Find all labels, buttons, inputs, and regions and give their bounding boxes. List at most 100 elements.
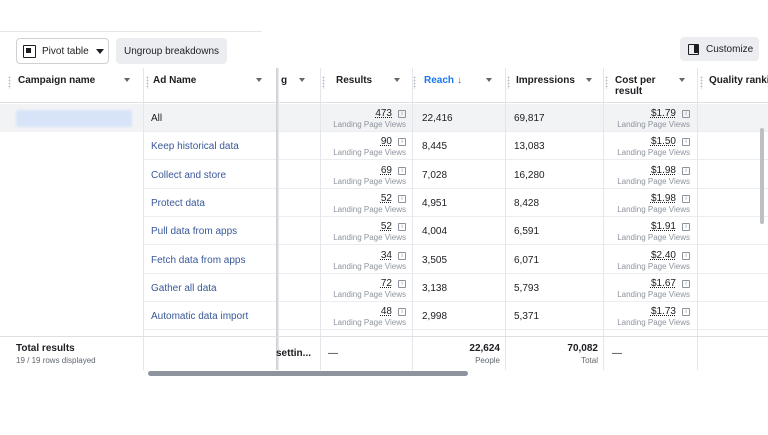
cost-value[interactable]: $1.50 (651, 136, 676, 147)
column-drag-handle[interactable] (146, 76, 149, 89)
column-header-impressions[interactable]: Impressions (516, 68, 581, 103)
info-icon[interactable]: i (398, 195, 406, 203)
info-icon[interactable]: i (398, 280, 406, 288)
ad-name-cell[interactable]: Protect data (151, 189, 271, 217)
sort-caret-icon[interactable] (679, 78, 685, 82)
table-row[interactable]: Gather all data 72 i Landing Page Views 3,13… (0, 274, 768, 302)
sort-caret-icon[interactable] (394, 78, 400, 82)
customize-button[interactable]: Customize (680, 37, 759, 61)
cost-per-result-cell: $1.91 i Landing Page Views (612, 217, 690, 245)
column-header-ad-name[interactable]: Ad Name (153, 68, 253, 103)
results-value[interactable]: 69 (381, 165, 392, 176)
cost-value[interactable]: $1.98 (651, 165, 676, 176)
impressions-cell: 13,083 (514, 140, 545, 152)
table-row[interactable]: Automatic data import 48 i Landing Page Vie… (0, 302, 768, 330)
ad-name-cell[interactable]: Automatic data import (151, 302, 271, 330)
table-row[interactable]: Collect and store 69 i Landing Page Views 7,… (0, 161, 768, 189)
column-divider (412, 68, 413, 370)
results-value[interactable]: 473 (375, 108, 392, 119)
info-icon[interactable]: i (682, 308, 690, 316)
reach-cell: 2,998 (422, 310, 448, 322)
cost-value[interactable]: $1.91 (651, 221, 676, 232)
column-header-truncated[interactable]: g (281, 68, 296, 103)
column-drag-handle[interactable] (507, 76, 510, 89)
info-icon[interactable]: i (398, 308, 406, 316)
results-value[interactable]: 52 (381, 221, 392, 232)
cost-per-result-cell: $1.67 i Landing Page Views (612, 274, 690, 302)
table-row[interactable]: Pull data from apps 52 i Landing Page Views… (0, 217, 768, 245)
ad-name-cell[interactable]: Fetch data from apps (151, 246, 271, 274)
column-header-reach[interactable]: Reach ↓ (424, 68, 484, 103)
results-cell: 72 i Landing Page Views (328, 274, 406, 302)
cost-value[interactable]: $2.40 (651, 250, 676, 261)
sort-descending-icon: ↓ (457, 75, 463, 86)
ad-name-cell: All (151, 112, 163, 124)
cost-value[interactable]: $1.73 (651, 306, 676, 317)
column-drag-handle[interactable] (700, 76, 703, 89)
ad-name-cell[interactable]: Collect and store (151, 161, 271, 189)
info-icon[interactable]: i (682, 138, 690, 146)
vertical-scrollbar[interactable] (760, 128, 764, 224)
cost-per-result-cell: $1.79 i Landing Page Views (612, 104, 690, 132)
cost-value[interactable]: $1.79 (651, 108, 676, 119)
results-cell: 52 i Landing Page Views (328, 217, 406, 245)
results-value[interactable]: 34 (381, 250, 392, 261)
reach-cell: 4,951 (422, 197, 448, 209)
ad-name-cell[interactable]: Keep historical data (151, 132, 271, 160)
column-drag-handle[interactable] (8, 76, 11, 89)
info-icon[interactable]: i (398, 138, 406, 146)
table-row[interactable]: Fetch data from apps 34 i Landing Page View… (0, 246, 768, 274)
info-icon[interactable]: i (398, 223, 406, 231)
table-row[interactable]: Protect data 52 i Landing Page Views 4,951 8,… (0, 189, 768, 217)
horizontal-scrollbar[interactable] (148, 371, 468, 376)
info-icon[interactable]: i (682, 280, 690, 288)
info-icon[interactable]: i (682, 252, 690, 260)
columns-icon (688, 43, 699, 55)
column-header-results[interactable]: Results (336, 68, 391, 103)
footer-impressions-total: 70,082 (567, 343, 598, 354)
sort-caret-icon[interactable] (586, 78, 592, 82)
results-value[interactable]: 90 (381, 136, 392, 147)
cost-value[interactable]: $1.98 (651, 193, 676, 204)
info-icon[interactable]: i (682, 110, 690, 118)
results-value[interactable]: 52 (381, 193, 392, 204)
table-body: All 473 i Landing Page Views 22,416 69,817 $1.… (0, 104, 768, 336)
results-cell: 52 i Landing Page Views (328, 189, 406, 217)
cost-value[interactable]: $1.67 (651, 278, 676, 289)
info-icon[interactable]: i (682, 195, 690, 203)
results-cell: 48 i Landing Page Views (328, 302, 406, 330)
sort-caret-icon[interactable] (124, 78, 130, 82)
sort-caret-icon[interactable] (299, 78, 305, 82)
column-header-campaign-name[interactable]: Campaign name (18, 68, 123, 103)
results-value[interactable]: 48 (381, 306, 392, 317)
ad-name-cell[interactable]: Pull data from apps (151, 217, 271, 245)
column-header-cost-per-result[interactable]: Cost per result (615, 68, 675, 103)
result-type: Landing Page Views (333, 205, 406, 214)
ad-name-cell[interactable]: Gather all data (151, 274, 271, 302)
column-header-quality-ranking[interactable]: Quality rankin (709, 68, 768, 103)
cost-per-result-cell: $2.40 i Landing Page Views (612, 246, 690, 274)
pivot-table-icon (23, 45, 36, 58)
column-drag-handle[interactable] (322, 76, 325, 89)
info-icon[interactable]: i (398, 110, 406, 118)
reach-cell: 3,505 (422, 254, 448, 266)
result-type: Landing Page Views (617, 148, 690, 157)
info-icon[interactable]: i (398, 252, 406, 260)
ungroup-breakdowns-button[interactable]: Ungroup breakdowns (116, 38, 227, 64)
pivot-table-dropdown[interactable]: Pivot table (16, 38, 109, 64)
column-divider (603, 68, 604, 370)
reach-cell: 22,416 (422, 112, 453, 124)
sort-caret-icon[interactable] (486, 78, 492, 82)
sort-caret-icon[interactable] (256, 78, 262, 82)
footer-reach-sub: People (475, 356, 500, 365)
campaign-name-redacted[interactable] (16, 110, 132, 127)
info-icon[interactable]: i (682, 223, 690, 231)
info-icon[interactable]: i (682, 167, 690, 175)
column-drag-handle[interactable] (605, 76, 608, 89)
table-row[interactable]: Keep historical data 90 i Landing Page View… (0, 132, 768, 160)
results-value[interactable]: 72 (381, 278, 392, 289)
info-icon[interactable]: i (398, 167, 406, 175)
result-type: Landing Page Views (333, 233, 406, 242)
results-cell: 69 i Landing Page Views (328, 161, 406, 189)
column-drag-handle[interactable] (413, 76, 416, 89)
